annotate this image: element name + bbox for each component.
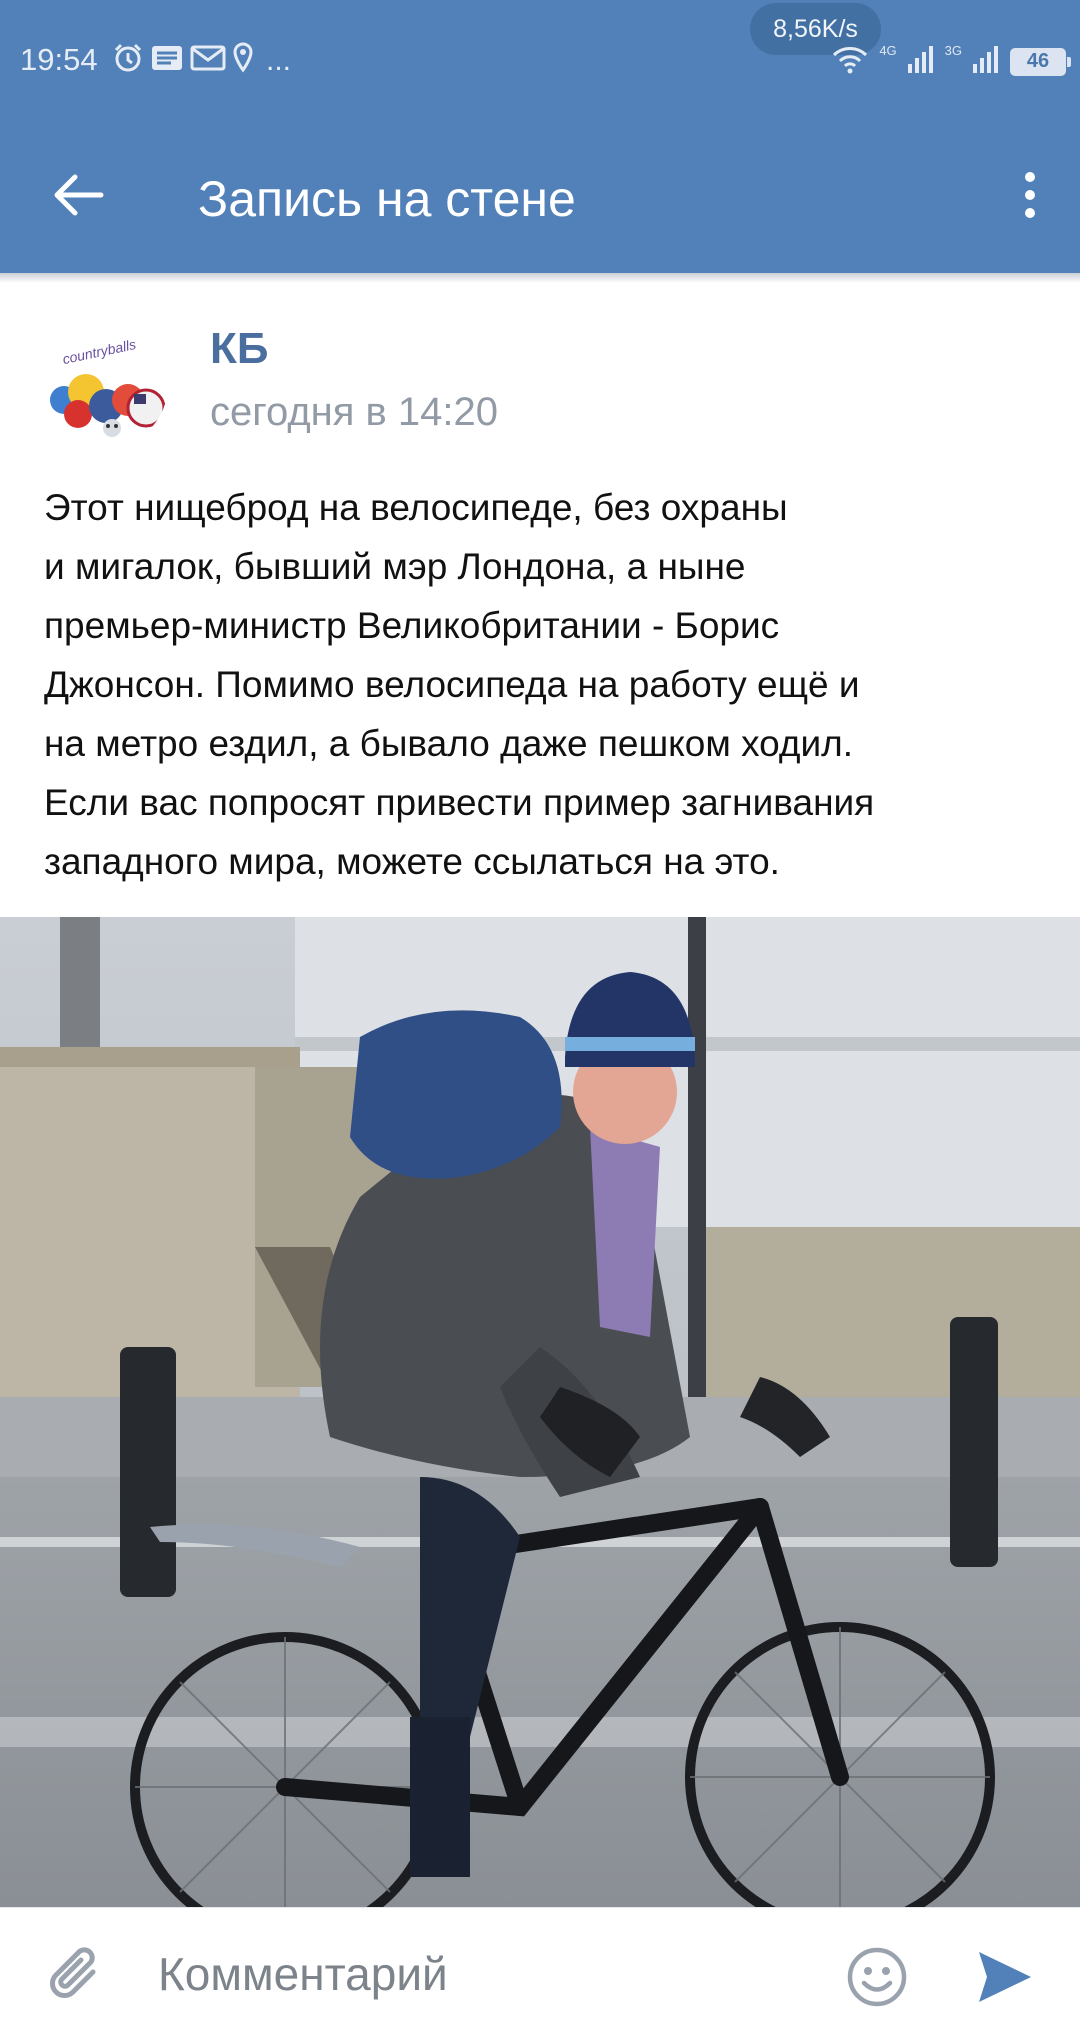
status-bar: 19:54 ... 8,56K/s 4G 3G 46 xyxy=(0,0,1080,118)
page-title: Запись на стене xyxy=(198,171,576,227)
mail-icon xyxy=(190,43,226,78)
status-notification-icons: ... xyxy=(112,42,291,79)
more-vertical-icon xyxy=(1025,172,1035,218)
post-text: Этот нищеброд на велосипеде, без охраны … xyxy=(44,478,1044,891)
top-bar: 19:54 ... 8,56K/s 4G 3G 46 Запись на сте… xyxy=(0,0,1080,273)
network-label-2: 3G xyxy=(944,43,962,58)
notes-icon xyxy=(150,43,184,78)
avatar[interactable]: countryballs xyxy=(42,322,168,448)
status-time: 19:54 xyxy=(20,42,98,77)
app-bar: Запись на стене xyxy=(0,118,1080,273)
post-timestamp: сегодня в 14:20 xyxy=(210,390,498,434)
post-text-line: и мигалок, бывший мэр Лондона, а ныне xyxy=(44,546,746,587)
signal-icon xyxy=(907,44,935,79)
battery-icon: 46 xyxy=(1010,47,1071,76)
back-button[interactable] xyxy=(44,163,114,227)
more-options-button[interactable] xyxy=(1000,163,1060,227)
send-icon xyxy=(979,1952,1031,2002)
comment-input[interactable] xyxy=(158,1938,798,2010)
post-text-line: западного мира, можете ссылаться на это. xyxy=(44,841,780,882)
photo-cyclist-illustration xyxy=(0,917,1080,1907)
post-header: countryballs КБ сегодня в 14:20 xyxy=(0,310,1080,450)
attach-button[interactable] xyxy=(44,1942,110,2008)
send-button[interactable] xyxy=(970,1944,1040,2010)
post-text-line: премьер-министр Великобритании - Борис xyxy=(44,605,780,646)
network-label-1: 4G xyxy=(879,43,897,58)
comment-composer xyxy=(0,1907,1080,2040)
alarm-icon xyxy=(112,42,144,79)
smile-icon xyxy=(847,1947,907,2007)
paperclip-icon xyxy=(50,1947,96,1998)
status-right-icons: 4G 3G 46 xyxy=(831,43,1071,79)
avatar-logo-text: countryballs xyxy=(61,336,137,367)
wifi-icon xyxy=(831,44,869,79)
post-text-line: Если вас попросят привести пример загнив… xyxy=(44,782,875,823)
post-text-line: Этот нищеброд на велосипеде, без охраны xyxy=(44,487,788,528)
location-icon xyxy=(232,42,254,79)
signal-icon-2 xyxy=(972,44,1000,79)
post-photo[interactable] xyxy=(0,917,1080,1907)
status-more: ... xyxy=(266,43,292,77)
emoji-button[interactable] xyxy=(844,1944,910,2010)
author-name[interactable]: КБ xyxy=(210,324,268,374)
app-bar-shadow xyxy=(0,273,1080,283)
post-text-line: Джонсон. Помимо велосипеда на работу ещё… xyxy=(44,664,860,705)
arrow-left-icon xyxy=(54,174,104,216)
post-text-line: на метро ездил, а бывало даже пешком ход… xyxy=(44,723,854,764)
